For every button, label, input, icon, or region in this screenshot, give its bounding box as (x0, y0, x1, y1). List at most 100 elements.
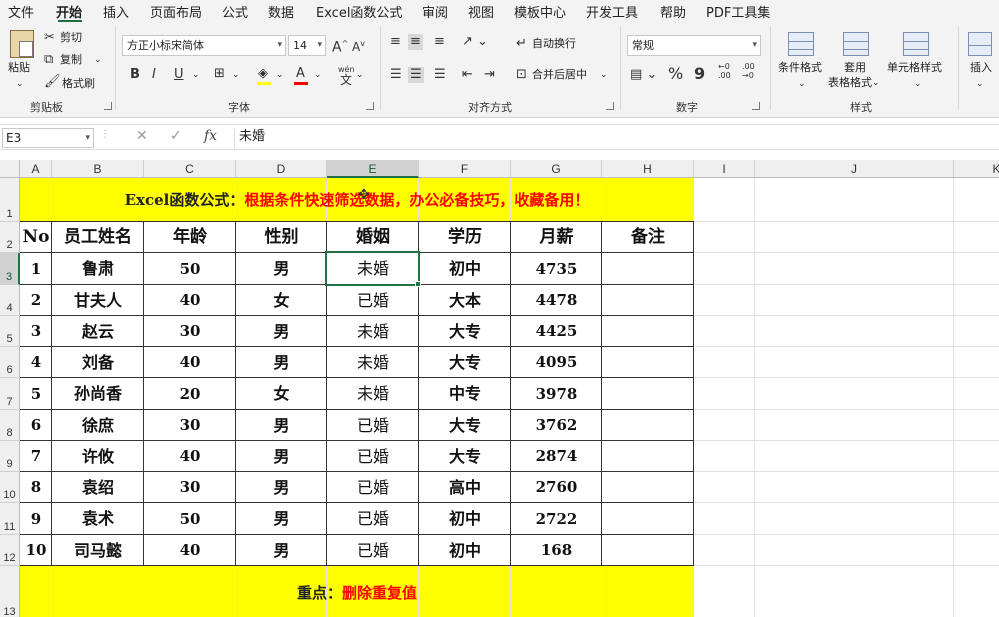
menu-pdf-tools[interactable]: PDF工具集 (706, 2, 770, 21)
table-cell[interactable]: 徐庶 (52, 410, 144, 441)
format-table-dropdown-icon[interactable]: ⌄ (872, 75, 880, 91)
menu-help[interactable]: 帮助 (660, 2, 686, 21)
font-color-icon[interactable]: A (296, 66, 305, 82)
cell-styles-button[interactable]: 单元格样式 (887, 60, 942, 76)
fill-color-icon[interactable]: ◈ (258, 66, 268, 82)
phonetic-dropdown-icon[interactable]: ⌄ (356, 67, 364, 83)
align-left-icon[interactable]: ☰ (390, 67, 402, 83)
column-header[interactable]: C (144, 160, 236, 178)
table-cell[interactable]: 9 (20, 503, 52, 535)
grow-font-button[interactable]: A^ (332, 36, 348, 56)
increase-indent-icon[interactable]: ⇥ (484, 67, 495, 83)
bold-button[interactable]: B (130, 67, 140, 83)
insert-cells-button[interactable]: 插入 (970, 60, 992, 76)
alignment-launcher-icon[interactable] (606, 102, 614, 110)
table-cell[interactable] (602, 472, 694, 503)
row-header[interactable]: 9 (0, 441, 20, 472)
merge-dropdown-icon[interactable]: ⌄ (600, 67, 608, 83)
column-header[interactable]: A (20, 160, 52, 178)
cancel-entry-button[interactable]: ✕ (136, 128, 148, 144)
table-cell[interactable]: 40 (144, 285, 236, 316)
copy-dropdown-icon[interactable]: ⌄ (94, 52, 102, 68)
format-table-label-1[interactable]: 套用 (844, 60, 866, 76)
borders-dropdown-icon[interactable]: ⌄ (232, 67, 240, 83)
table-cell[interactable]: 1 (20, 253, 52, 285)
table-cell[interactable]: 高中 (419, 472, 511, 503)
decrease-indent-icon[interactable]: ⇤ (462, 67, 473, 83)
select-all-corner[interactable] (0, 160, 20, 178)
table-cell[interactable]: 男 (236, 316, 327, 347)
conditional-dropdown-icon[interactable]: ⌄ (798, 76, 806, 92)
align-top-icon[interactable]: ≡ (390, 34, 401, 50)
table-cell[interactable]: 40 (144, 347, 236, 378)
name-box[interactable]: E3 ▾ (2, 128, 94, 148)
table-cell[interactable]: 袁术 (52, 503, 144, 535)
number-launcher-icon[interactable] (752, 102, 760, 110)
column-header[interactable]: E (327, 160, 419, 178)
table-cell[interactable]: 已婚 (327, 441, 419, 472)
table-cell[interactable]: 30 (144, 410, 236, 441)
row-header[interactable]: 11 (0, 503, 20, 535)
table-header-cell[interactable]: 员工姓名 (52, 222, 144, 253)
insert-dropdown-icon[interactable]: ⌄ (976, 76, 984, 92)
row-header[interactable]: 6 (0, 347, 20, 378)
column-header[interactable]: K (954, 160, 999, 178)
row-header[interactable]: 7 (0, 378, 20, 410)
table-cell[interactable]: 已婚 (327, 285, 419, 316)
menu-review[interactable]: 审阅 (422, 2, 448, 21)
cut-button[interactable]: 剪切 (60, 30, 82, 46)
table-cell[interactable] (602, 316, 694, 347)
table-cell[interactable] (602, 441, 694, 472)
borders-icon[interactable]: ⊞ (214, 66, 225, 82)
table-cell[interactable]: 3978 (511, 378, 602, 410)
fill-dropdown-icon[interactable]: ⌄ (276, 67, 284, 83)
row-header[interactable]: 4 (0, 285, 20, 316)
underline-dropdown-icon[interactable]: ⌄ (192, 67, 200, 83)
table-cell[interactable]: 2 (20, 285, 52, 316)
column-header[interactable]: F (419, 160, 511, 178)
column-header[interactable]: I (694, 160, 755, 178)
table-cell[interactable]: 40 (144, 441, 236, 472)
row-header[interactable]: 8 (0, 410, 20, 441)
column-header[interactable]: B (52, 160, 144, 178)
wrap-text-button[interactable]: 自动换行 (532, 36, 576, 52)
table-cell[interactable]: 4735 (511, 253, 602, 285)
table-cell[interactable]: 男 (236, 441, 327, 472)
table-cell[interactable]: 女 (236, 378, 327, 410)
table-cell[interactable]: 8 (20, 472, 52, 503)
table-cell[interactable]: 鲁肃 (52, 253, 144, 285)
table-cell[interactable]: 男 (236, 347, 327, 378)
insert-function-button[interactable]: fx (204, 128, 217, 144)
format-table-button[interactable]: 表格格式 (828, 75, 872, 91)
font-color-dropdown-icon[interactable]: ⌄ (314, 67, 322, 83)
row-header[interactable]: 2 (0, 222, 20, 253)
table-cell[interactable]: 未婚 (327, 316, 419, 347)
increase-decimal-button[interactable]: ←0 .00 (718, 62, 738, 80)
table-cell[interactable] (602, 503, 694, 535)
table-cell[interactable]: 男 (236, 535, 327, 566)
table-cell[interactable] (602, 347, 694, 378)
align-middle-icon[interactable]: ≡ (408, 34, 423, 50)
menu-developer[interactable]: 开发工具 (586, 2, 638, 21)
menu-view[interactable]: 视图 (468, 2, 494, 21)
shrink-font-button[interactable]: Av (352, 36, 365, 55)
table-cell[interactable]: 男 (236, 253, 327, 285)
table-header-cell[interactable]: 性别 (236, 222, 327, 253)
fill-handle[interactable] (415, 281, 421, 287)
conditional-format-button[interactable]: 条件格式 (778, 60, 822, 76)
row-header[interactable]: 3 (0, 253, 20, 285)
table-cell[interactable]: 女 (236, 285, 327, 316)
table-cell[interactable]: 未婚 (327, 347, 419, 378)
table-cell[interactable] (602, 378, 694, 410)
column-header[interactable]: J (755, 160, 954, 178)
table-cell[interactable]: 大专 (419, 410, 511, 441)
accounting-format-icon[interactable]: ▤ ⌄ (630, 67, 657, 83)
paste-button[interactable]: 粘贴 (8, 60, 30, 76)
table-cell[interactable]: 已婚 (327, 472, 419, 503)
table-header-cell[interactable]: 婚姻 (327, 222, 419, 253)
confirm-entry-button[interactable]: ✓ (170, 128, 182, 144)
decrease-decimal-button[interactable]: .00 →0 (742, 62, 762, 80)
table-header-cell[interactable]: 备注 (602, 222, 694, 253)
menu-page-layout[interactable]: 页面布局 (150, 2, 202, 21)
table-cell[interactable]: 刘备 (52, 347, 144, 378)
